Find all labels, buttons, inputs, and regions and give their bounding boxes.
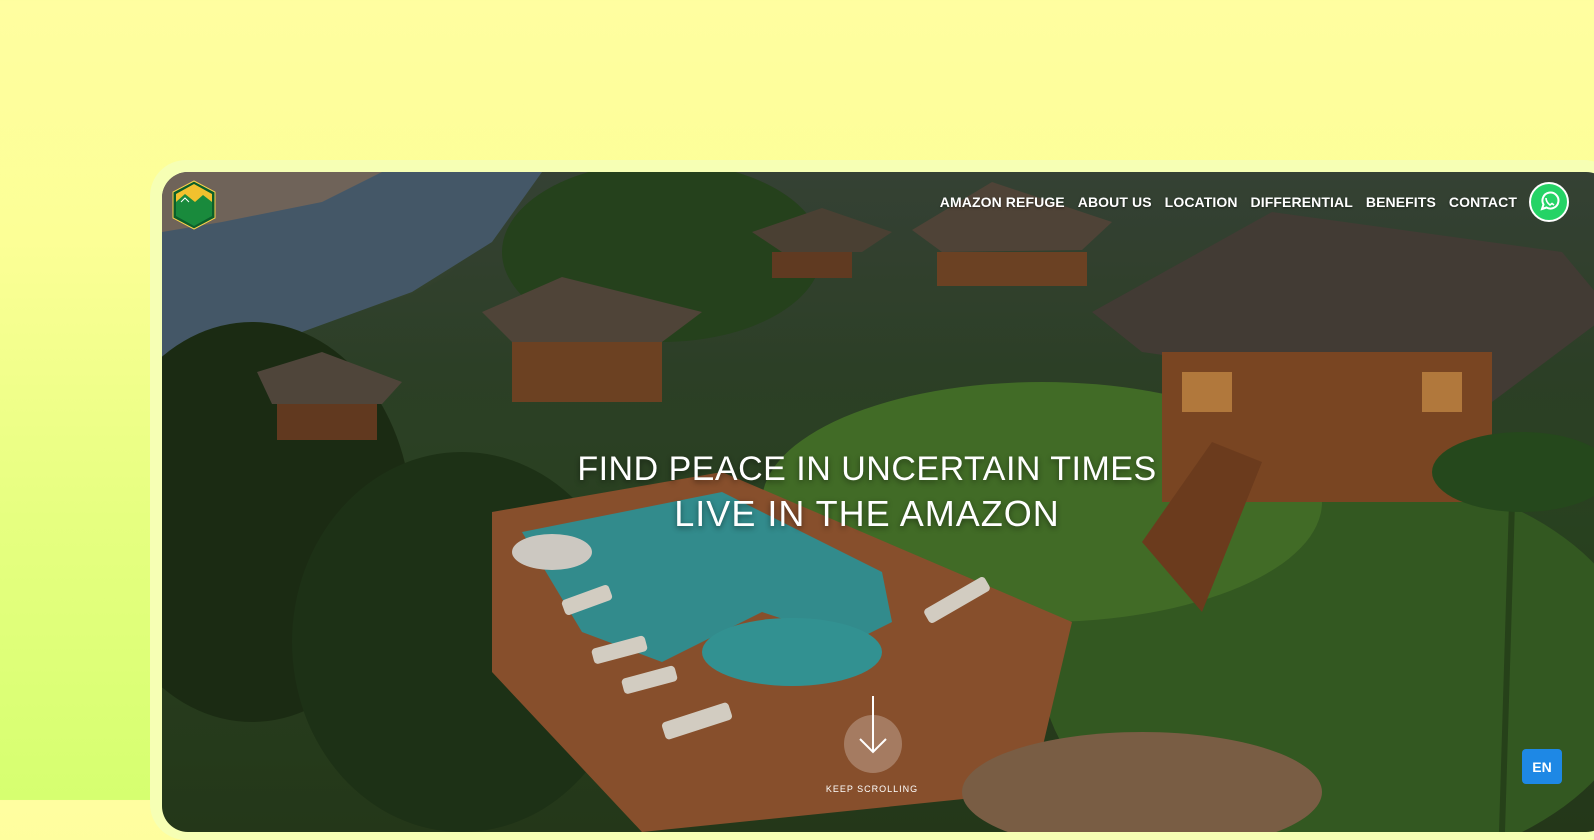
arrow-down-icon [859, 696, 887, 754]
whatsapp-glyph-icon [1540, 191, 1560, 211]
nav-location[interactable]: LOCATION [1165, 194, 1238, 210]
hero-line-2: LIVE IN THE AMAZON [674, 493, 1060, 534]
amazon-refuge-logo-icon[interactable] [171, 180, 217, 230]
main-navigation: AMAZON REFUGE ABOUT US LOCATION DIFFEREN… [940, 194, 1517, 210]
language-button[interactable]: EN [1522, 749, 1562, 784]
hero-section: AMAZON REFUGE ABOUT US LOCATION DIFFEREN… [162, 172, 1594, 832]
scroll-label: KEEP SCROLLING [825, 784, 919, 794]
hero-line-1: FIND PEACE IN UNCERTAIN TIMES [577, 450, 1157, 488]
nav-differential[interactable]: DIFFERENTIAL [1251, 194, 1353, 210]
nav-about-us[interactable]: ABOUT US [1078, 194, 1152, 210]
hero-headline: FIND PEACE IN UNCERTAIN TIMES LIVE IN TH… [162, 450, 1572, 535]
nav-contact[interactable]: CONTACT [1449, 194, 1517, 210]
nav-amazon-refuge[interactable]: AMAZON REFUGE [940, 194, 1065, 210]
whatsapp-icon[interactable] [1529, 182, 1569, 222]
nav-benefits[interactable]: BENEFITS [1366, 194, 1436, 210]
